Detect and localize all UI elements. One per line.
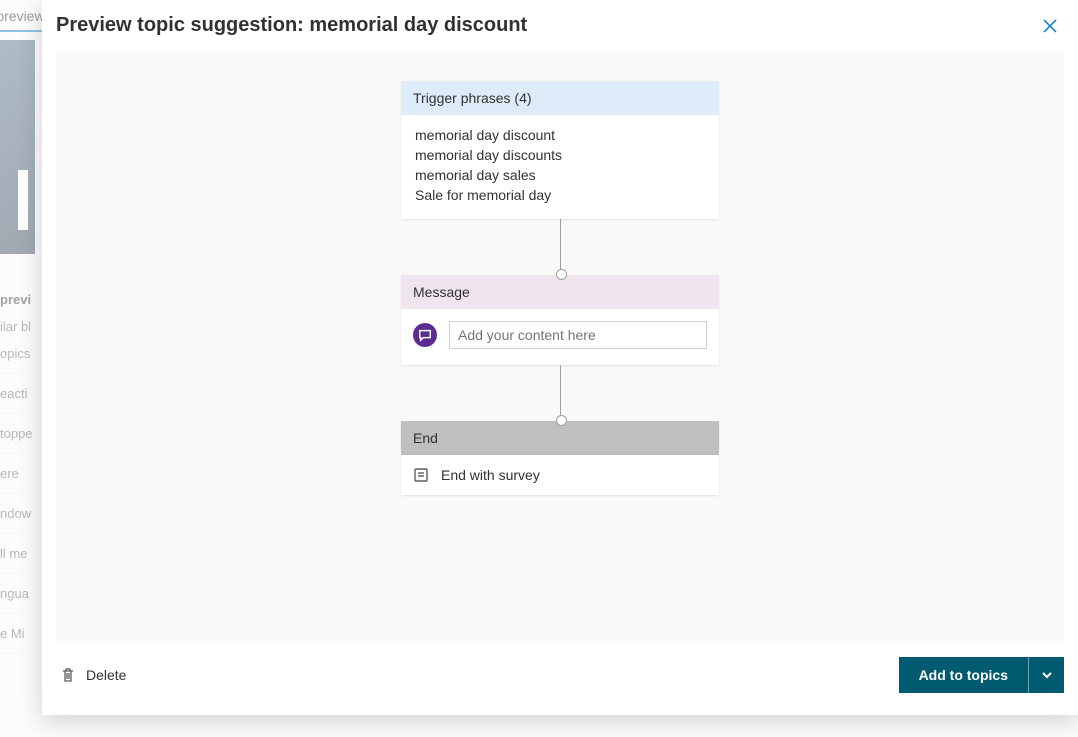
panel-header: Preview topic suggestion: memorial day d… bbox=[42, 0, 1078, 43]
trigger-phrase-list: memorial day discount memorial day disco… bbox=[401, 115, 719, 219]
survey-icon bbox=[413, 467, 429, 483]
end-option-label: End with survey bbox=[441, 467, 540, 483]
trigger-phrase: Sale for memorial day bbox=[415, 185, 705, 205]
trigger-header-label: Trigger phrases bbox=[413, 90, 511, 106]
chevron-down-icon bbox=[1041, 669, 1053, 681]
message-card-header: Message bbox=[401, 275, 719, 309]
flow-column: Trigger phrases (4) memorial day discoun… bbox=[401, 81, 719, 495]
close-button[interactable] bbox=[1040, 16, 1060, 36]
trash-icon bbox=[60, 667, 76, 683]
end-card-header: End bbox=[401, 421, 719, 455]
end-card-body: End with survey bbox=[401, 455, 719, 495]
panel-footer: Delete Add to topics bbox=[42, 643, 1078, 715]
chat-icon bbox=[413, 323, 437, 347]
flow-connector bbox=[560, 365, 561, 421]
end-card[interactable]: End End with survey bbox=[401, 421, 719, 495]
trigger-phrase: memorial day sales bbox=[415, 165, 705, 185]
panel-title: Preview topic suggestion: memorial day d… bbox=[56, 14, 527, 37]
trigger-count: 4 bbox=[519, 90, 527, 106]
flow-canvas: Trigger phrases (4) memorial day discoun… bbox=[56, 51, 1064, 643]
delete-button[interactable]: Delete bbox=[56, 661, 130, 689]
preview-panel: Preview topic suggestion: memorial day d… bbox=[42, 0, 1078, 715]
message-card[interactable]: Message bbox=[401, 275, 719, 365]
add-to-topics-label: Add to topics bbox=[899, 657, 1028, 693]
add-to-topics-caret[interactable] bbox=[1028, 657, 1064, 693]
add-to-topics-button[interactable]: Add to topics bbox=[899, 657, 1064, 693]
trigger-phrase: memorial day discounts bbox=[415, 145, 705, 165]
trigger-phrase: memorial day discount bbox=[415, 125, 705, 145]
close-icon bbox=[1043, 19, 1057, 33]
trigger-card[interactable]: Trigger phrases (4) memorial day discoun… bbox=[401, 81, 719, 219]
message-card-body bbox=[401, 309, 719, 365]
delete-label: Delete bbox=[86, 667, 126, 683]
message-content-input[interactable] bbox=[449, 321, 707, 349]
trigger-card-header: Trigger phrases (4) bbox=[401, 81, 719, 115]
flow-connector bbox=[560, 219, 561, 275]
